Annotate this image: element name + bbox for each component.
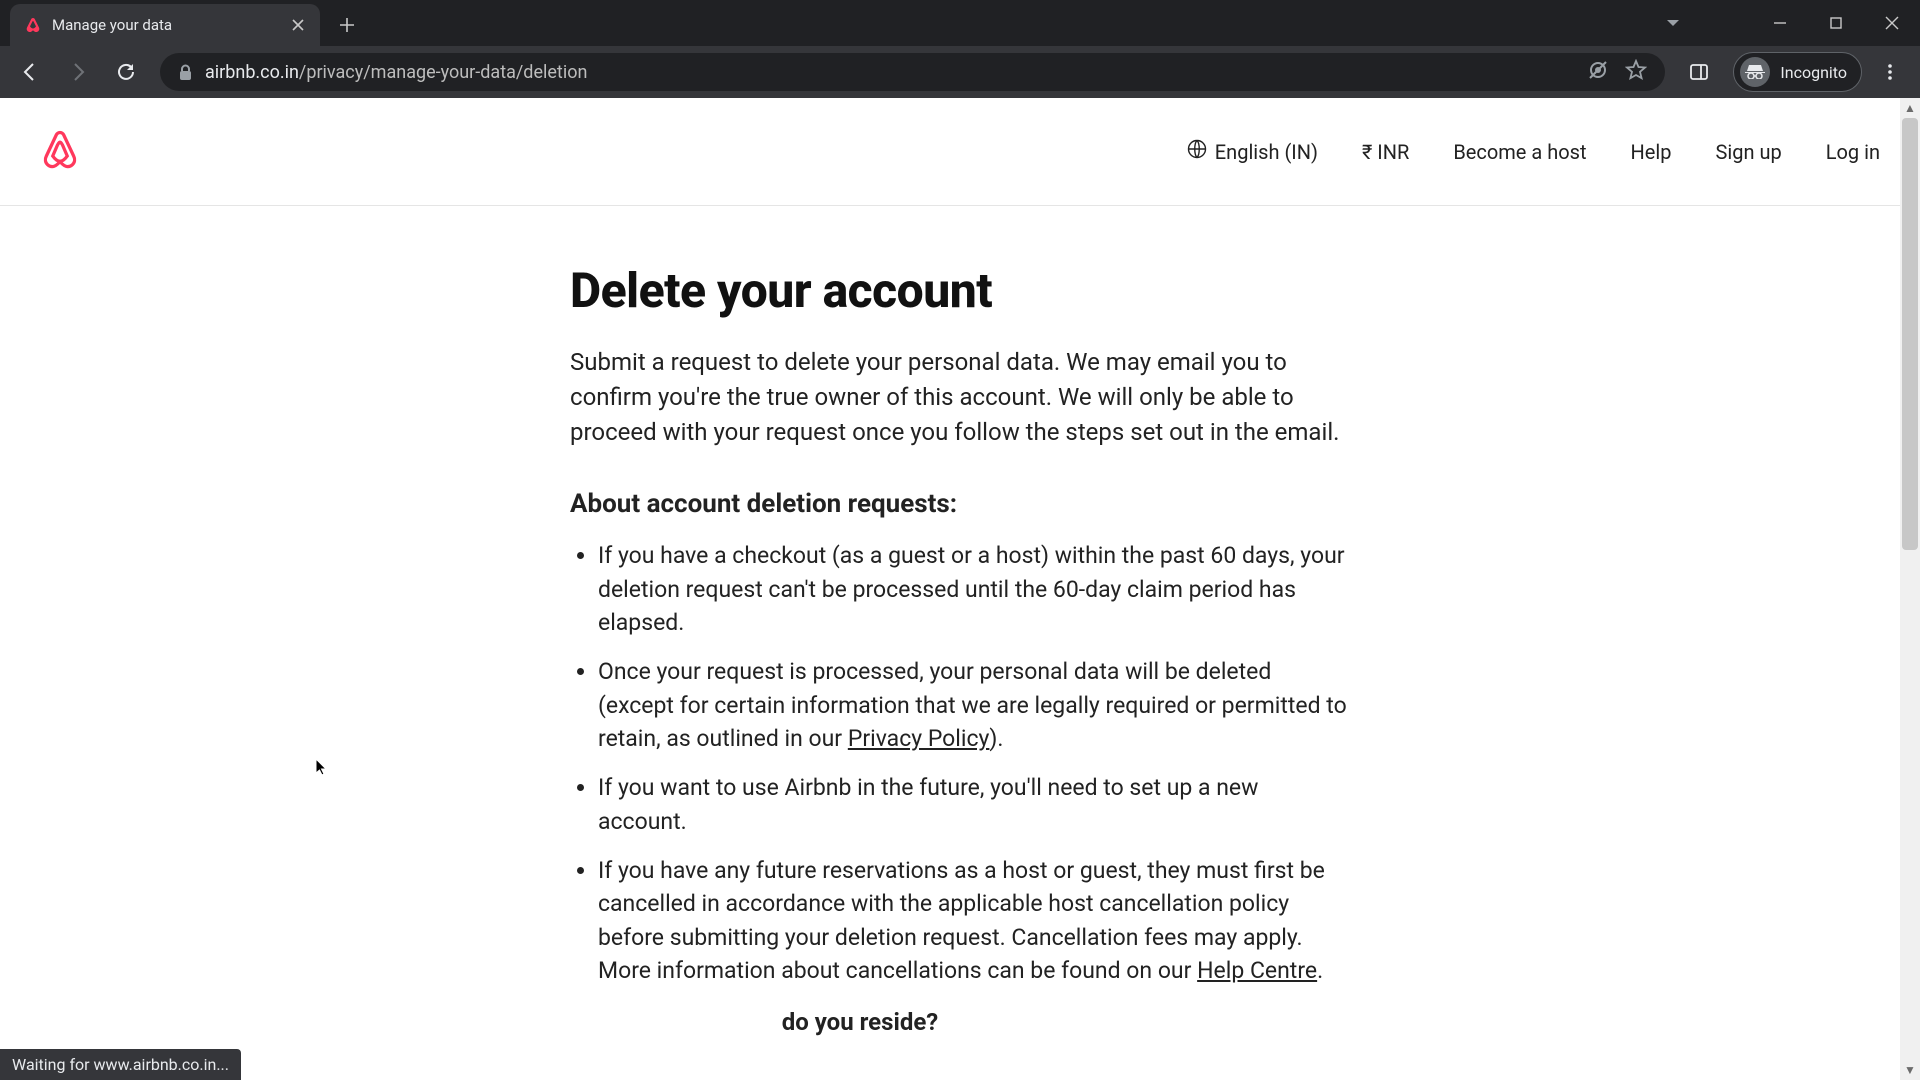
privacy-policy-link[interactable]: Privacy Policy	[848, 725, 990, 752]
url-path: /privacy/manage-your-data/deletion	[299, 62, 587, 83]
language-label: English (IN)	[1215, 140, 1318, 164]
incognito-icon	[1740, 57, 1770, 87]
airbnb-logo[interactable]	[40, 128, 80, 176]
minimize-button[interactable]	[1752, 3, 1808, 43]
main-content: Delete your account Submit a request to …	[570, 206, 1350, 1036]
browser-menu-button[interactable]	[1870, 52, 1910, 92]
language-selector[interactable]: English (IN)	[1187, 139, 1318, 164]
forward-button[interactable]	[58, 52, 98, 92]
close-window-button[interactable]	[1864, 3, 1920, 43]
back-button[interactable]	[10, 52, 50, 92]
currency-label: ₹ INR	[1362, 140, 1409, 164]
sign-up-link[interactable]: Sign up	[1715, 140, 1781, 164]
help-link[interactable]: Help	[1631, 140, 1672, 164]
mouse-cursor	[315, 758, 329, 778]
intro-paragraph: Submit a request to delete your personal…	[570, 345, 1350, 449]
window-controls	[1752, 0, 1920, 46]
header-nav: English (IN) ₹ INR Become a host Help Si…	[1187, 139, 1880, 164]
scroll-up-arrow[interactable]: ▲	[1900, 98, 1920, 118]
bookmark-star-icon[interactable]	[1625, 59, 1647, 85]
incognito-profile-button[interactable]: Incognito	[1733, 52, 1862, 92]
url-host: airbnb.co.in	[205, 62, 299, 83]
vertical-scrollbar[interactable]: ▲ ▼	[1900, 98, 1920, 1080]
list-item: Once your request is processed, your per…	[598, 655, 1350, 755]
tab-close-button[interactable]	[290, 17, 306, 33]
globe-icon	[1187, 139, 1207, 164]
tab-strip: Manage your data	[0, 0, 1920, 46]
list-item: If you want to use Airbnb in the future,…	[598, 771, 1350, 838]
scroll-down-arrow[interactable]: ▼	[1900, 1060, 1920, 1080]
airbnb-favicon	[24, 16, 42, 34]
log-in-link[interactable]: Log in	[1826, 140, 1880, 164]
currency-selector[interactable]: ₹ INR	[1362, 140, 1409, 164]
reside-question-partial: do you reside?	[370, 1008, 1350, 1036]
toolbar: airbnb.co.in/privacy/manage-your-data/de…	[0, 46, 1920, 98]
new-tab-button[interactable]	[330, 8, 364, 42]
maximize-button[interactable]	[1808, 3, 1864, 43]
page-title: Delete your account	[570, 262, 1350, 319]
reload-button[interactable]	[106, 52, 146, 92]
list-item: If you have a checkout (as a guest or a …	[598, 539, 1350, 639]
list-item: If you have any future reservations as a…	[598, 854, 1350, 987]
site-header: English (IN) ₹ INR Become a host Help Si…	[0, 98, 1920, 206]
deletion-notes-list: If you have a checkout (as a guest or a …	[570, 539, 1350, 987]
incognito-label: Incognito	[1780, 63, 1847, 82]
help-centre-link[interactable]: Help Centre	[1197, 957, 1317, 984]
status-bar: Waiting for www.airbnb.co.in...	[0, 1049, 241, 1080]
side-panel-button[interactable]	[1679, 52, 1719, 92]
address-bar[interactable]: airbnb.co.in/privacy/manage-your-data/de…	[160, 53, 1665, 91]
tab-title: Manage your data	[52, 16, 280, 34]
browser-tab[interactable]: Manage your data	[10, 4, 320, 46]
subheading: About account deletion requests:	[570, 489, 1350, 519]
tab-search-button[interactable]	[1656, 6, 1690, 40]
scroll-thumb[interactable]	[1902, 118, 1918, 550]
tracking-blocked-icon[interactable]	[1587, 59, 1609, 85]
url-text: airbnb.co.in/privacy/manage-your-data/de…	[205, 62, 587, 83]
browser-chrome: Manage your data airbnb.co.in/privacy/ma…	[0, 0, 1920, 98]
lock-icon	[178, 64, 193, 81]
page-viewport: English (IN) ₹ INR Become a host Help Si…	[0, 98, 1920, 1080]
become-host-link[interactable]: Become a host	[1453, 140, 1586, 164]
